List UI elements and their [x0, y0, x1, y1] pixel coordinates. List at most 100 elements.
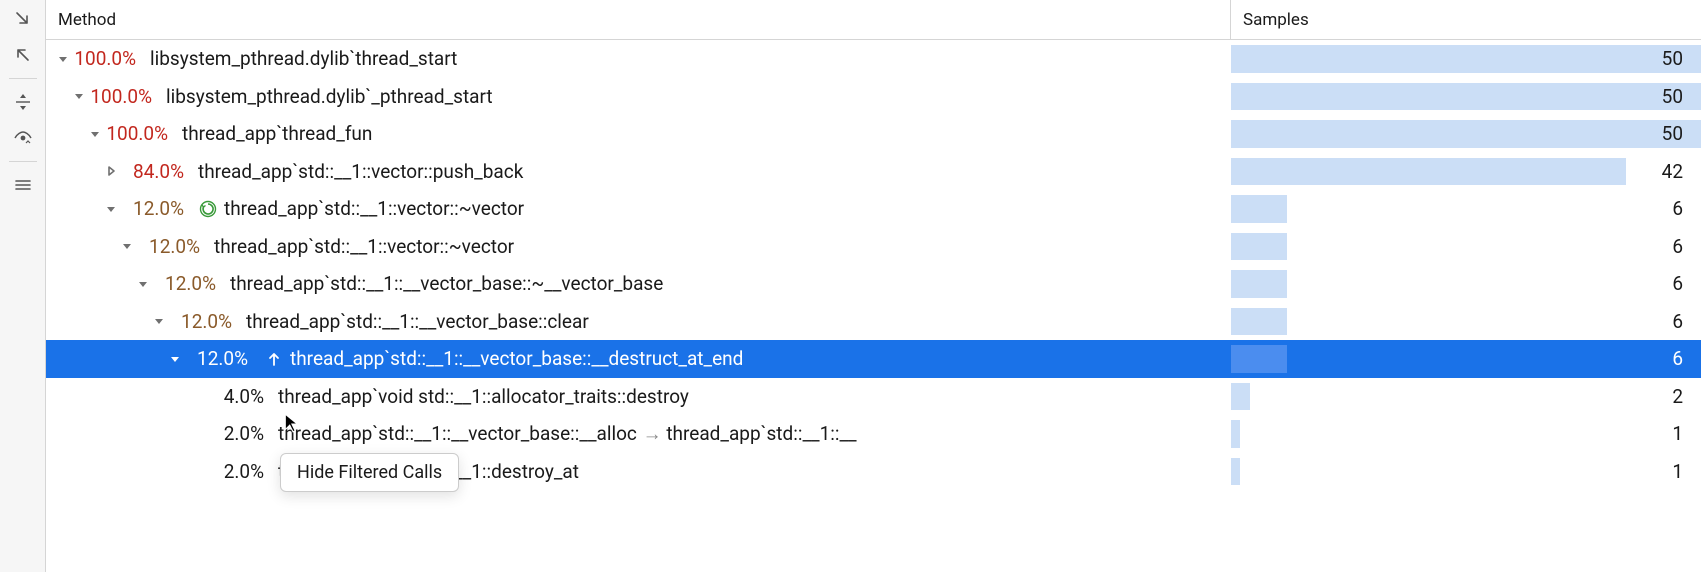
call-tree-row[interactable]: 84.0% thread_app`std::__1::vector::push_b…	[46, 153, 1701, 191]
method-cell: 100.0% libsystem_pthread.dylib`thread_sta…	[46, 47, 1231, 70]
disclosure-triangle-icon[interactable]	[166, 353, 184, 365]
tooltip-hide-filtered-calls: Hide Filtered Calls	[280, 453, 459, 492]
percent-value: 84.0%	[120, 160, 184, 183]
method-cell: 100.0%thread_app`thread_fun	[46, 122, 1231, 145]
samples-value: 50	[1662, 122, 1683, 145]
method-name: thread_app`std::__1::vector::~vector	[224, 197, 524, 220]
percent-value: 4.0%	[200, 385, 264, 408]
samples-cell: 2	[1231, 378, 1701, 416]
samples-cell: 50	[1231, 40, 1701, 78]
call-tree-row[interactable]: 100.0% libsystem_pthread.dylib`_pthread_s…	[46, 78, 1701, 116]
method-name: thread_app`std::__1::vector::~vector	[214, 235, 514, 258]
call-tree-row[interactable]: 100.0%thread_app`thread_fun 50	[46, 115, 1701, 153]
samples-value: 2	[1672, 385, 1683, 408]
samples-cell: 1	[1231, 415, 1701, 453]
samples-value: 6	[1672, 235, 1683, 258]
column-header-method[interactable]: Method	[46, 0, 1231, 39]
method-cell: 84.0% thread_app`std::__1::vector::push_b…	[46, 160, 1231, 183]
samples-value: 50	[1662, 47, 1683, 70]
method-cell: 2.0%thread_app`void std::__1::destroy_at	[46, 460, 1231, 483]
method-name: thread_app`std::__1::__vector_base::clea…	[246, 310, 589, 333]
disclosure-triangle-icon[interactable]	[150, 315, 168, 327]
samples-value: 6	[1672, 310, 1683, 333]
recursion-icon	[198, 199, 218, 219]
call-tree-row[interactable]: 4.0% thread_app`void std::__1::allocator_…	[46, 378, 1701, 416]
method-name: thread_app`void std::__1::allocator_trai…	[278, 385, 689, 408]
disclosure-triangle-icon[interactable]	[54, 53, 72, 65]
method-cell: 12.0%thread_app`std::__1::__vector_base:…	[46, 272, 1231, 295]
samples-cell: 50	[1231, 115, 1701, 153]
method-cell: 4.0% thread_app`void std::__1::allocator_…	[46, 385, 1231, 408]
sidebar-expand-all-icon[interactable]	[6, 85, 40, 119]
percent-value: 2.0%	[200, 422, 264, 445]
call-tree-row[interactable]: 12.0% thread_app`std::__1::vector::~vecto…	[46, 190, 1701, 228]
sidebar-collapse-up-icon[interactable]	[6, 38, 40, 72]
samples-cell: 6	[1231, 228, 1701, 266]
method-cell: 12.0% thread_app`std::__1::__vector_base:…	[46, 310, 1231, 333]
method-cell: 2.0% thread_app`std::__1::__vector_base::…	[46, 422, 1231, 446]
percent-value: 12.0%	[136, 235, 200, 258]
method-cell: 100.0% libsystem_pthread.dylib`_pthread_s…	[46, 85, 1231, 108]
sidebar-separator	[9, 161, 37, 162]
samples-bar	[1231, 458, 1240, 486]
samples-bar	[1231, 120, 1701, 148]
method-cell: 12.0% thread_app`std::__1::vector::~vecto…	[46, 235, 1231, 258]
sidebar	[0, 0, 46, 572]
disclosure-triangle-icon[interactable]	[86, 128, 104, 140]
table-header: Method Samples	[46, 0, 1701, 40]
samples-cell: 1	[1231, 453, 1701, 491]
samples-bar	[1231, 158, 1626, 186]
percent-value: 12.0%	[168, 310, 232, 333]
fold-up-icon[interactable]	[264, 349, 284, 369]
percent-value: 100.0%	[72, 47, 136, 70]
sidebar-expand-down-icon[interactable]	[6, 2, 40, 36]
samples-cell: 6	[1231, 340, 1701, 378]
samples-bar	[1231, 83, 1701, 111]
method-name: thread_app`std::__1::vector::push_back	[198, 160, 523, 183]
method-name: libsystem_pthread.dylib`thread_start	[150, 47, 457, 70]
method-name: thread_app`std::__1::__vector_base::__al…	[278, 422, 857, 446]
method-cell: 12.0% thread_app`std::__1::__vector_base:…	[46, 347, 1231, 370]
samples-bar	[1231, 45, 1701, 73]
call-tree-row[interactable]: 12.0%thread_app`std::__1::__vector_base:…	[46, 265, 1701, 303]
sidebar-separator	[9, 78, 37, 79]
sidebar-menu-icon[interactable]	[6, 168, 40, 202]
disclosure-triangle-icon[interactable]	[102, 165, 120, 177]
samples-value: 6	[1672, 197, 1683, 220]
tooltip-label: Hide Filtered Calls	[297, 462, 442, 483]
method-name: libsystem_pthread.dylib`_pthread_start	[166, 85, 493, 108]
method-cell: 12.0% thread_app`std::__1::vector::~vecto…	[46, 197, 1231, 220]
percent-value: 12.0%	[120, 197, 184, 220]
percent-value: 12.0%	[152, 272, 216, 295]
samples-cell: 6	[1231, 190, 1701, 228]
disclosure-triangle-icon[interactable]	[102, 203, 120, 215]
samples-bar	[1231, 233, 1287, 261]
call-tree-row[interactable]: 2.0% thread_app`std::__1::__vector_base::…	[46, 415, 1701, 453]
samples-value: 50	[1662, 85, 1683, 108]
call-tree-row[interactable]: 100.0% libsystem_pthread.dylib`thread_sta…	[46, 40, 1701, 78]
samples-value: 6	[1672, 272, 1683, 295]
samples-bar	[1231, 195, 1287, 223]
call-tree-row[interactable]: 12.0% thread_app`std::__1::__vector_base:…	[46, 303, 1701, 341]
samples-bar	[1231, 420, 1240, 448]
disclosure-triangle-icon[interactable]	[70, 90, 88, 102]
samples-bar	[1231, 345, 1287, 373]
call-tree-rows: 100.0% libsystem_pthread.dylib`thread_sta…	[46, 40, 1701, 490]
percent-value: 100.0%	[88, 85, 152, 108]
samples-cell: 50	[1231, 78, 1701, 116]
call-tree-row[interactable]: 12.0% thread_app`std::__1::vector::~vecto…	[46, 228, 1701, 266]
disclosure-triangle-icon[interactable]	[118, 240, 136, 252]
call-tree-row[interactable]: 12.0% thread_app`std::__1::__vector_base:…	[46, 340, 1701, 378]
disclosure-triangle-icon[interactable]	[134, 278, 152, 290]
samples-value: 42	[1662, 160, 1683, 183]
percent-value: 2.0%	[200, 460, 264, 483]
column-header-samples[interactable]: Samples	[1231, 0, 1701, 39]
sidebar-visibility-icon[interactable]	[6, 121, 40, 155]
method-name: thread_app`std::__1::__vector_base::__de…	[290, 347, 743, 370]
samples-value: 1	[1672, 422, 1683, 445]
samples-bar	[1231, 270, 1287, 298]
samples-cell: 6	[1231, 265, 1701, 303]
percent-value: 12.0%	[184, 347, 248, 370]
percent-value: 100.0%	[104, 122, 168, 145]
samples-bar	[1231, 308, 1287, 336]
